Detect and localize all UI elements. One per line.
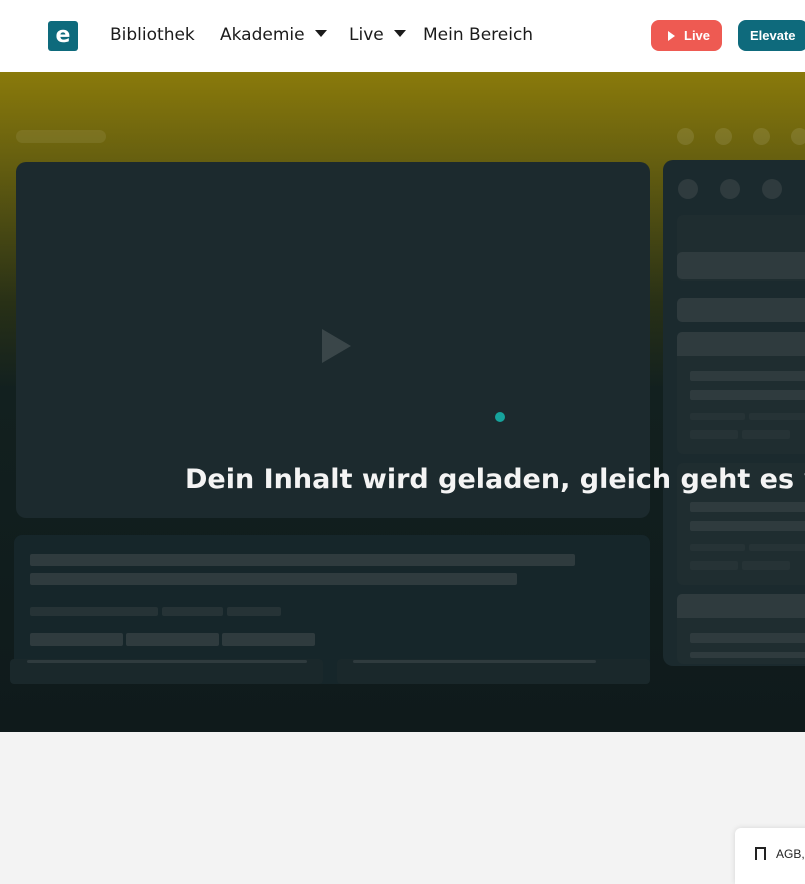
skeleton-dot (720, 179, 740, 199)
loading-message: Dein Inhalt wird geladen, gleich geht es… (185, 464, 805, 495)
footer-links-tab[interactable]: AGB, (735, 828, 805, 884)
skeleton-bar (677, 332, 805, 356)
skeleton-dot (753, 128, 770, 145)
loading-skeleton: Dein Inhalt wird geladen, gleich geht es… (0, 72, 805, 732)
live-button-label: Live (684, 28, 711, 43)
skeleton-bar (30, 554, 575, 566)
elevate-button-label: Elevate (750, 28, 796, 43)
skeleton-dot (715, 128, 732, 145)
skeleton-bar (742, 430, 790, 439)
skeleton-bar (749, 544, 805, 551)
skeleton-dot (762, 179, 782, 199)
skeleton-bar (690, 652, 805, 658)
skeleton-dot (677, 128, 694, 145)
skeleton-bar (30, 573, 517, 585)
skeleton-bar (30, 607, 158, 616)
skeleton-bar (353, 660, 596, 663)
nav-item-label: Akademie (220, 25, 305, 45)
skeleton-bar (690, 390, 805, 400)
nav-item-live[interactable]: Live (349, 25, 406, 45)
skeleton-bar (742, 561, 790, 570)
skeleton-bar (690, 371, 805, 381)
skeleton-bar (749, 413, 805, 420)
skeleton-bar (690, 633, 805, 643)
loading-spinner-icon (495, 412, 505, 422)
skeleton-bar (677, 252, 805, 279)
skeleton-bar (162, 607, 223, 616)
logo-icon[interactable]: e (48, 21, 78, 51)
play-icon (668, 31, 675, 41)
nav-item-akademie[interactable]: Akademie (220, 25, 327, 45)
skeleton-dot (791, 128, 805, 145)
elevate-button[interactable]: Elevate (738, 20, 805, 51)
skeleton-bar (677, 594, 805, 618)
skeleton-bar (27, 660, 307, 663)
skeleton-bar (222, 633, 315, 646)
skeleton-bar (690, 544, 745, 551)
skeleton-bar (30, 633, 123, 646)
skeleton-bar (126, 633, 219, 646)
nav-item-label: Live (349, 25, 384, 45)
top-navigation: e Bibliothek Akademie Live Mein Bereich … (0, 0, 805, 72)
footer-link-agb[interactable]: AGB, (776, 847, 805, 861)
play-icon (322, 329, 351, 363)
skeleton-bar (690, 413, 745, 420)
live-button[interactable]: Live (651, 20, 722, 51)
caret-down-icon (393, 30, 406, 37)
skeleton-title (16, 130, 106, 143)
skeleton-dot (678, 179, 698, 199)
skeleton-bar (690, 502, 805, 512)
nav-item-label: Mein Bereich (423, 25, 534, 45)
nav-item-bibliothek[interactable]: Bibliothek (110, 25, 195, 45)
skeleton-bar (690, 521, 805, 531)
nav-item-label: Bibliothek (110, 25, 195, 45)
caret-down-icon (314, 30, 327, 37)
skeleton-bar (690, 561, 738, 570)
bookmark-icon (755, 847, 766, 861)
skeleton-bar (677, 298, 805, 322)
skeleton-bar (227, 607, 281, 616)
nav-item-mein-bereich[interactable]: Mein Bereich (423, 25, 533, 45)
skeleton-bar (690, 430, 738, 439)
